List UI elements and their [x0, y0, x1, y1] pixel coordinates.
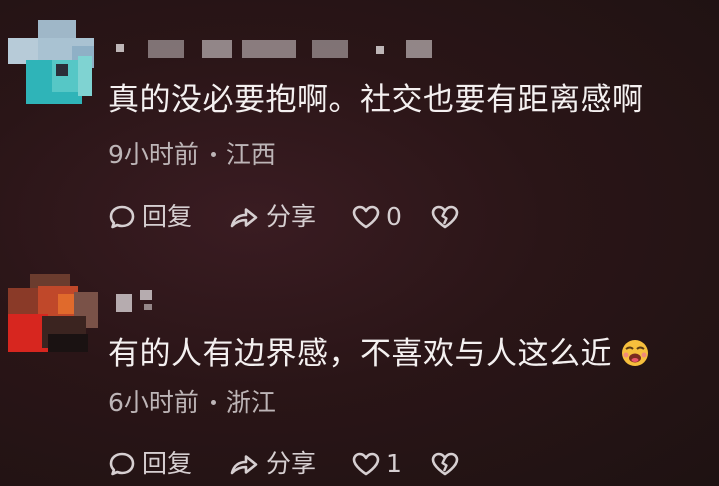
share-button[interactable]: 分享	[228, 446, 316, 482]
like-count: 1	[386, 449, 402, 478]
dislike-button[interactable]	[430, 199, 460, 235]
share-arrow-icon	[230, 208, 258, 228]
dislike-button[interactable]	[430, 446, 460, 482]
broken-heart-icon	[431, 452, 459, 476]
share-button[interactable]: 分享	[228, 199, 316, 235]
reply-button[interactable]: 回复	[108, 199, 192, 235]
comment-text-content: 有的人有边界感，不喜欢与人这么近	[108, 336, 612, 372]
separator-dot	[210, 399, 216, 405]
like-button[interactable]: 1	[351, 446, 402, 482]
share-arrow-icon	[230, 455, 258, 475]
comment-meta: 6小时前 浙江	[108, 388, 276, 418]
laughing-face-emoji	[622, 340, 648, 366]
comment-time: 6小时前	[108, 388, 199, 417]
heart-icon	[352, 205, 380, 229]
comment-location: 江西	[225, 140, 276, 169]
broken-heart-icon	[431, 205, 459, 229]
separator-dot	[210, 151, 216, 157]
reply-label: 回复	[142, 449, 193, 478]
avatar[interactable]	[8, 274, 100, 360]
comment-text: 真的没必要抱啊。社交也要有距离感啊	[108, 82, 644, 118]
comment-location: 浙江	[225, 388, 276, 417]
like-button[interactable]: 0	[351, 199, 402, 235]
share-label: 分享	[266, 449, 317, 478]
share-label: 分享	[266, 202, 317, 231]
speech-bubble-icon	[109, 452, 135, 476]
comment-text: 有的人有边界感，不喜欢与人这么近	[108, 334, 650, 374]
reply-label: 回复	[142, 202, 193, 231]
comment-time: 9小时前	[108, 140, 199, 169]
heart-icon	[352, 452, 380, 476]
avatar[interactable]	[8, 20, 100, 106]
comment-meta: 9小时前 江西	[108, 140, 276, 170]
like-count: 0	[386, 202, 402, 231]
comment-item: 有的人有边界感，不喜欢与人这么近 6小时前 浙江 回复 分享 1	[0, 250, 719, 486]
reply-button[interactable]: 回复	[108, 446, 192, 482]
comment-item: 真的没必要抱啊。社交也要有距离感啊 9小时前 江西 回复 分享 0	[0, 0, 719, 250]
speech-bubble-icon	[109, 205, 135, 229]
